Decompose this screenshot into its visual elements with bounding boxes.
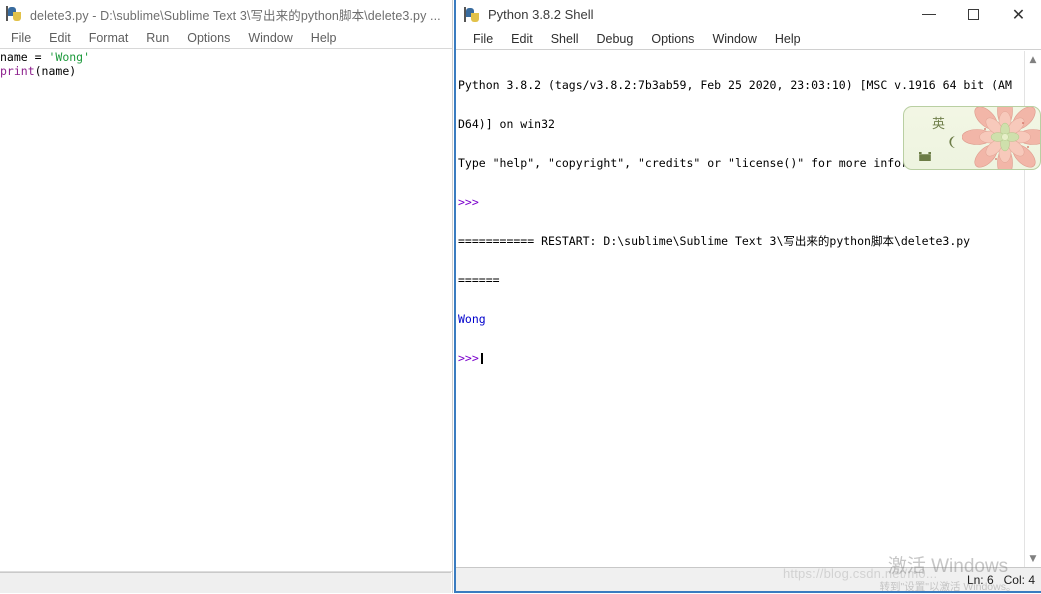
shell-statusbar: Ln: 6 Col: 4 [456, 567, 1041, 591]
shell-menubar[interactable]: File Edit Shell Debug Options Window Hel… [456, 29, 1041, 50]
scroll-up-arrow[interactable]: ▲ [1025, 51, 1041, 68]
editor-menu-options[interactable]: Options [178, 28, 239, 48]
editor-statusbar [0, 572, 451, 593]
shell-restart-line-2: ====== [458, 273, 500, 287]
close-button[interactable]: ✕ [996, 0, 1041, 29]
code-token-args: (name) [34, 64, 77, 78]
editor-titlebar[interactable]: delete3.py - D:\sublime\Sublime Text 3\写… [0, 0, 452, 28]
window-controls[interactable]: ✕ [906, 0, 1041, 29]
editor-menu-run[interactable]: Run [137, 28, 178, 48]
editor-menu-help[interactable]: Help [302, 28, 346, 48]
python-shell-icon [464, 6, 482, 24]
idle-editor-window[interactable]: delete3.py - D:\sublime\Sublime Text 3\写… [0, 0, 453, 593]
ime-floating-toolbar[interactable]: 英 [903, 106, 1041, 170]
shell-input-line[interactable]: >>> [458, 352, 1023, 365]
editor-menu-window[interactable]: Window [239, 28, 301, 48]
code-line-1: name = 'Wong' [0, 50, 451, 64]
shell-banner-line-1: Python 3.8.2 (tags/v3.8.2:7b3ab59, Feb 2… [458, 78, 1012, 92]
python-file-icon [6, 5, 24, 23]
shell-prompt-2: >>> [458, 351, 479, 365]
minimize-button[interactable] [906, 0, 951, 29]
shell-restart-line-1: =========== RESTART: D:\sublime\Sublime … [458, 234, 978, 248]
succulent-flower-illustration [962, 107, 1040, 169]
editor-title-text: delete3.py - D:\sublime\Sublime Text 3\写… [30, 8, 441, 23]
keyboard-icon[interactable] [918, 151, 932, 162]
code-line-2: print(name) [0, 64, 451, 78]
moon-icon[interactable] [946, 135, 958, 149]
text-cursor [480, 353, 483, 364]
shell-title-text: Python 3.8.2 Shell [488, 7, 594, 22]
shell-menu-options[interactable]: Options [642, 29, 703, 49]
shell-menu-debug[interactable]: Debug [588, 29, 643, 49]
editor-menu-edit[interactable]: Edit [40, 28, 80, 48]
editor-menu-file[interactable]: File [2, 28, 40, 48]
scroll-down-arrow[interactable]: ▼ [1025, 550, 1041, 567]
editor-menu-format[interactable]: Format [80, 28, 138, 48]
shell-prompt-1: >>> [458, 195, 479, 209]
code-token-string: 'Wong' [48, 50, 91, 64]
shell-menu-file[interactable]: File [464, 29, 502, 49]
code-token-builtin: print [0, 64, 35, 78]
python-shell-window[interactable]: Python 3.8.2 Shell ✕ File Edit Shell Deb… [454, 0, 1041, 593]
maximize-button[interactable] [951, 0, 996, 29]
shell-titlebar[interactable]: Python 3.8.2 Shell ✕ [456, 0, 1041, 29]
shell-menu-window[interactable]: Window [703, 29, 765, 49]
shell-menu-help[interactable]: Help [766, 29, 810, 49]
cursor-position-indicator: Ln: 6 Col: 4 [966, 572, 1035, 587]
shell-menu-edit[interactable]: Edit [502, 29, 542, 49]
ime-language-mode[interactable]: 英 [932, 113, 945, 132]
shell-menu-shell[interactable]: Shell [542, 29, 588, 49]
editor-menubar[interactable]: File Edit Format Run Options Window Help [0, 28, 452, 49]
code-token-assign: name = [0, 50, 49, 64]
editor-code-area[interactable]: name = 'Wong' print(name) [0, 50, 451, 571]
shell-result-output: Wong [458, 312, 486, 326]
